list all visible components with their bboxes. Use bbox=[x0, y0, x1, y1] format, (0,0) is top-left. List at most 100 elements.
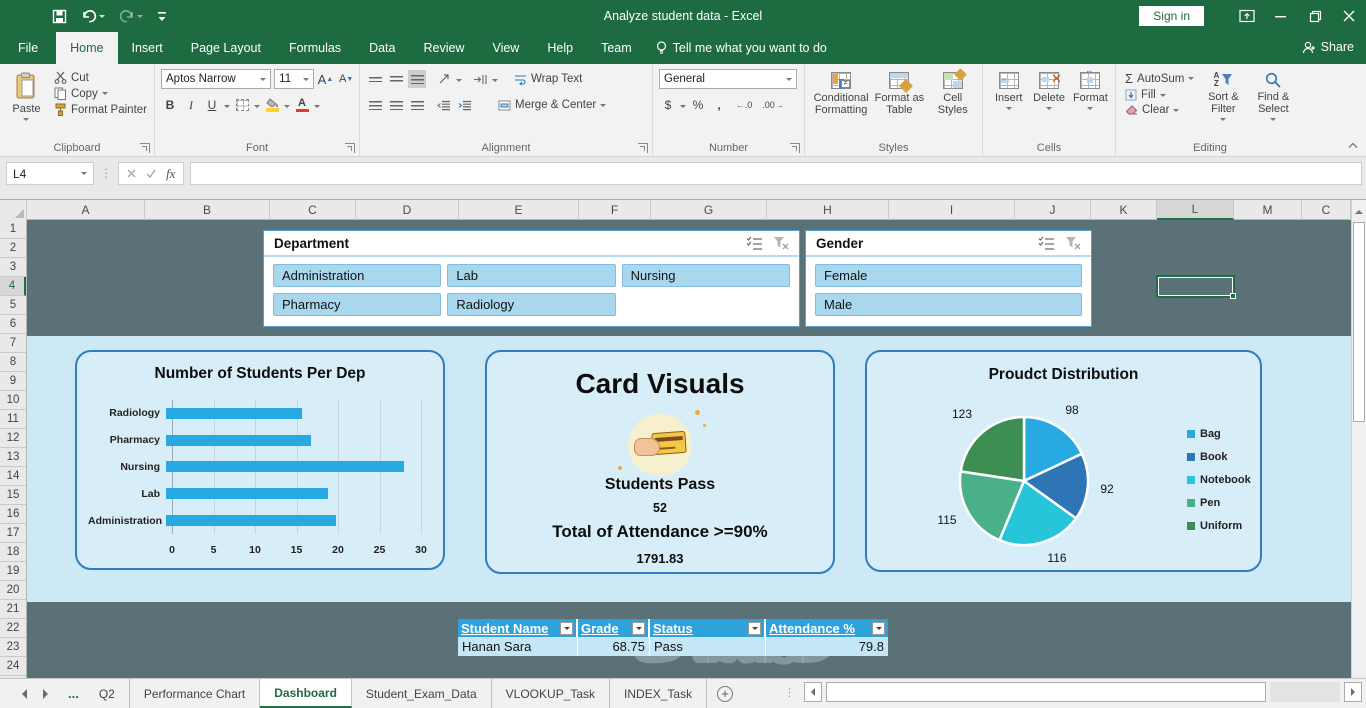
row-header-16[interactable]: 16 bbox=[0, 505, 26, 524]
multiselect-icon[interactable] bbox=[1038, 236, 1055, 250]
prev-sheet-arrow[interactable] bbox=[22, 688, 27, 699]
increase-indent-button[interactable] bbox=[456, 96, 474, 114]
slicer-gender[interactable]: Gender Female Male bbox=[805, 230, 1092, 327]
select-all-corner[interactable] bbox=[0, 200, 27, 220]
slicer-item-radiology[interactable]: Radiology bbox=[447, 293, 616, 316]
add-sheet-button[interactable]: + bbox=[707, 679, 743, 708]
tab-insert[interactable]: Insert bbox=[118, 32, 177, 64]
middle-align-button[interactable] bbox=[387, 70, 405, 88]
top-align-button[interactable] bbox=[366, 70, 384, 88]
accounting-caret[interactable] bbox=[680, 104, 686, 111]
italic-button[interactable]: I bbox=[182, 96, 200, 114]
grow-font-button[interactable]: A ▲ bbox=[317, 70, 335, 88]
restore-button[interactable] bbox=[1298, 0, 1332, 32]
row-header-1[interactable]: 1 bbox=[0, 220, 26, 239]
sheet-tab-index-task[interactable]: INDEX_Task bbox=[610, 679, 708, 708]
enter-icon[interactable] bbox=[146, 169, 156, 178]
tabbar-splitter[interactable]: ⋮ bbox=[784, 686, 796, 699]
filter-dropdown-attendance[interactable] bbox=[872, 621, 885, 635]
tab-home[interactable]: Home bbox=[56, 32, 118, 64]
borders-button[interactable] bbox=[233, 96, 251, 114]
wrap-text-button[interactable]: Wrap Text bbox=[511, 72, 585, 86]
next-sheet-arrow[interactable] bbox=[43, 688, 48, 699]
close-button[interactable] bbox=[1332, 0, 1366, 32]
filter-dropdown-status[interactable] bbox=[748, 621, 761, 635]
row-header-22[interactable]: 22 bbox=[0, 619, 26, 638]
horizontal-scrollbar[interactable]: ⋮ bbox=[784, 682, 1362, 702]
find-select-button[interactable]: Find & Select bbox=[1249, 68, 1297, 138]
row-header-21[interactable]: 21 bbox=[0, 600, 26, 619]
number-format-combo[interactable]: General bbox=[659, 69, 797, 89]
row-header-13[interactable]: 13 bbox=[0, 448, 26, 467]
row-header-23[interactable]: 23 bbox=[0, 638, 26, 657]
slicer-item-lab[interactable]: Lab bbox=[447, 264, 616, 287]
number-dialog-launcher[interactable] bbox=[790, 143, 800, 153]
slicer-item-male[interactable]: Male bbox=[815, 293, 1082, 316]
row-header-9[interactable]: 9 bbox=[0, 372, 26, 391]
format-cells-button[interactable]: ↔ Format bbox=[1070, 66, 1111, 138]
orientation-caret[interactable] bbox=[456, 78, 462, 85]
underline-button[interactable]: U bbox=[203, 96, 221, 114]
format-painter-button[interactable]: Format Painter bbox=[51, 102, 150, 117]
merge-center-button[interactable]: Merge & Center bbox=[495, 98, 609, 112]
tab-formulas[interactable]: Formulas bbox=[275, 32, 355, 64]
sort-filter-button[interactable]: AZ Sort & Filter bbox=[1199, 68, 1247, 138]
slicer-item-administration[interactable]: Administration bbox=[273, 264, 442, 287]
sheet-tab-vlookup-task[interactable]: VLOOKUP_Task bbox=[492, 679, 611, 708]
percent-style-button[interactable]: % bbox=[689, 96, 707, 114]
row-header-5[interactable]: 5 bbox=[0, 296, 26, 315]
row-header-2[interactable]: 2 bbox=[0, 239, 26, 258]
tab-team[interactable]: Team bbox=[587, 32, 646, 64]
conditional-formatting-button[interactable]: ≠ Conditional Formatting bbox=[811, 68, 871, 138]
row-header-18[interactable]: 18 bbox=[0, 543, 26, 562]
alignment-dialog-launcher[interactable] bbox=[638, 143, 648, 153]
grid-canvas[interactable]: خمسات Department Administration Lab Nurs… bbox=[27, 220, 1351, 678]
column-header-C[interactable]: C bbox=[270, 200, 356, 220]
customize-quick-access-button[interactable] bbox=[157, 10, 167, 22]
text-direction-button[interactable] bbox=[471, 70, 489, 88]
tell-me-box[interactable]: Tell me what you want to do bbox=[656, 32, 827, 64]
insert-function-button[interactable]: fx bbox=[166, 166, 175, 182]
sheet-tab-q2[interactable]: Q2 bbox=[85, 679, 130, 708]
comma-style-button[interactable]: , bbox=[710, 96, 728, 114]
row-header-8[interactable]: 8 bbox=[0, 353, 26, 372]
column-header-F[interactable]: F bbox=[579, 200, 651, 220]
row-header-14[interactable]: 14 bbox=[0, 467, 26, 486]
sign-in-button[interactable]: Sign in bbox=[1139, 6, 1204, 26]
shrink-font-button[interactable]: A ▼ bbox=[337, 70, 355, 88]
fill-color-button[interactable] bbox=[263, 96, 281, 114]
card-visuals[interactable]: Card Visuals Students Pass 52 Total of A… bbox=[485, 350, 835, 574]
align-left-button[interactable] bbox=[366, 96, 384, 114]
tab-view[interactable]: View bbox=[478, 32, 533, 64]
cell-styles-button[interactable]: Cell Styles bbox=[928, 68, 978, 138]
row-header-10[interactable]: 10 bbox=[0, 391, 26, 410]
accounting-format-button[interactable]: $ bbox=[659, 96, 677, 114]
autosum-button[interactable]: Σ AutoSum bbox=[1122, 70, 1197, 87]
format-as-table-button[interactable]: Format as Table bbox=[871, 68, 927, 138]
orientation-button[interactable] bbox=[435, 70, 453, 88]
filter-dropdown-grade[interactable] bbox=[632, 621, 645, 635]
selected-cell-L4[interactable] bbox=[1158, 277, 1236, 299]
table-row[interactable]: Hanan Sara 68.75 Pass 79.8 bbox=[458, 637, 888, 656]
fill-handle[interactable] bbox=[1230, 293, 1236, 299]
column-header-M[interactable]: M bbox=[1234, 200, 1302, 220]
font-name-combo[interactable]: Aptos Narrow bbox=[161, 69, 272, 89]
cancel-icon[interactable] bbox=[127, 169, 136, 178]
formula-input[interactable] bbox=[190, 162, 1362, 185]
slicer-item-pharmacy[interactable]: Pharmacy bbox=[273, 293, 442, 316]
row-header-15[interactable]: 15 bbox=[0, 486, 26, 505]
column-header-I[interactable]: I bbox=[889, 200, 1015, 220]
column-header-C-partial[interactable]: C bbox=[1302, 200, 1351, 220]
tab-file[interactable]: File bbox=[0, 32, 56, 64]
minimize-button[interactable] bbox=[1264, 0, 1298, 32]
sheet-tab-student-exam-data[interactable]: Student_Exam_Data bbox=[352, 679, 492, 708]
row-header-17[interactable]: 17 bbox=[0, 524, 26, 543]
column-header-E[interactable]: E bbox=[459, 200, 579, 220]
align-center-button[interactable] bbox=[387, 96, 405, 114]
text-direction-caret[interactable] bbox=[492, 78, 498, 85]
decrease-indent-button[interactable] bbox=[435, 96, 453, 114]
column-header-H[interactable]: H bbox=[767, 200, 889, 220]
horizontal-scroll-track[interactable] bbox=[1270, 682, 1340, 702]
clear-filter-icon[interactable] bbox=[773, 236, 789, 250]
paste-button[interactable]: Paste bbox=[6, 68, 47, 138]
